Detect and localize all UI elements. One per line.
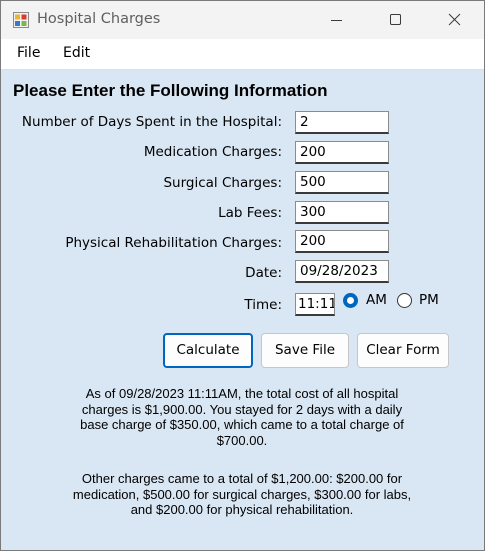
lab-fees-label: Lab Fees: [218, 205, 282, 221]
maximize-button[interactable] [372, 1, 419, 39]
pm-radio[interactable] [397, 293, 412, 308]
summary-line: base charge of $350.00, which came to a … [80, 417, 404, 433]
summary-line: medication, $500.00 for surgical charges… [72, 486, 412, 502]
medication-input[interactable]: 200 [295, 141, 389, 164]
date-input[interactable]: 09/28/2023 [295, 260, 389, 283]
menu-edit[interactable]: Edit [63, 45, 90, 61]
minimize-icon [331, 20, 342, 21]
pm-radio-label[interactable]: PM [419, 292, 439, 308]
days-label: Number of Days Spent in the Hospital: [21, 114, 282, 130]
save-file-button[interactable]: Save File [261, 333, 349, 368]
time-input[interactable]: 11:11 [295, 293, 335, 316]
summary-line: and $200.00 for physical rehabilitation. [130, 502, 354, 518]
calculate-button[interactable]: Calculate [163, 333, 253, 368]
time-label: Time: [244, 297, 282, 313]
days-input[interactable]: 2 [295, 111, 389, 134]
date-label: Date: [245, 265, 282, 281]
summary-line: As of 09/28/2023 11:11AM, the total cost… [85, 386, 399, 401]
summary-line: charges is $1,900.00. You stayed for 2 d… [81, 401, 403, 417]
clear-form-button[interactable]: Clear Form [357, 333, 449, 368]
rehab-label: Physical Rehabilitation Charges: [65, 235, 282, 251]
menu-bar: File Edit [1, 39, 484, 70]
maximize-icon [390, 14, 401, 25]
summary-paragraph-2: Other charges came to a total of $1,200.… [46, 471, 438, 518]
summary-line: $700.00. [216, 433, 268, 449]
app-window-icon [13, 12, 29, 28]
summary-line: Other charges came to a total of $1,200.… [81, 471, 403, 486]
window-title: Hospital Charges [37, 11, 161, 27]
minimize-button[interactable] [313, 1, 360, 39]
close-button[interactable] [431, 1, 478, 39]
surgical-label: Surgical Charges: [163, 175, 282, 191]
am-radio-label[interactable]: AM [366, 292, 387, 308]
close-icon [448, 13, 461, 26]
title-bar[interactable]: Hospital Charges [1, 1, 484, 39]
rehab-input[interactable]: 200 [295, 230, 389, 253]
menu-file[interactable]: File [17, 45, 40, 61]
form-heading: Please Enter the Following Information [13, 81, 328, 100]
lab-fees-input[interactable]: 300 [295, 201, 389, 224]
medication-label: Medication Charges: [143, 144, 282, 160]
surgical-input[interactable]: 500 [295, 171, 389, 194]
summary-paragraph-1: As of 09/28/2023 11:11AM, the total cost… [46, 386, 438, 449]
am-radio[interactable] [343, 293, 358, 308]
hospital-charges-window: Hospital Charges File Edit Please Enter … [0, 0, 485, 551]
